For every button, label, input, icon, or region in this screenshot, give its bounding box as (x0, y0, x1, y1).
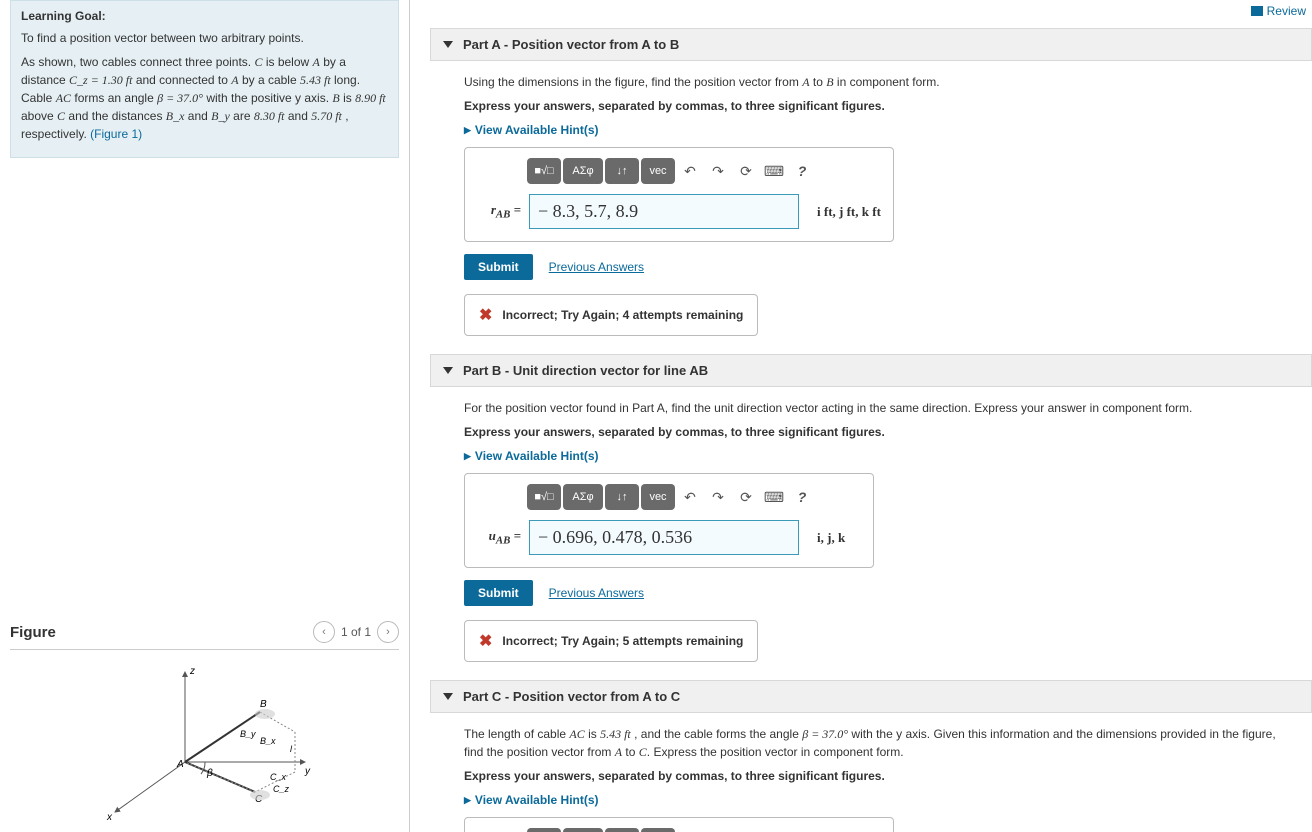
subscript-icon[interactable]: ↓↑ (605, 158, 639, 184)
template-icon[interactable]: ■√□ (527, 158, 561, 184)
svg-text:β: β (206, 768, 213, 779)
part-c-question: The length of cable AC is 5.43 ft , and … (464, 725, 1298, 761)
part-c-header[interactable]: Part C - Position vector from A to C (430, 680, 1312, 713)
figure-label: Figure (10, 624, 56, 641)
part-b-var-label: uAB = (477, 528, 521, 547)
caret-down-icon (443, 693, 453, 700)
svg-text:y: y (304, 766, 311, 777)
redo-icon[interactable]: ↷ (705, 484, 731, 510)
figure-diagram: z y x A B C B_y B_x l (10, 662, 399, 822)
keyboard-icon[interactable]: ⌨ (761, 828, 787, 832)
part-a-hints[interactable]: View Available Hint(s) (464, 123, 1298, 137)
redo-icon[interactable]: ↷ (705, 158, 731, 184)
part-b-header[interactable]: Part B - Unit direction vector for line … (430, 354, 1312, 387)
part-a-express: Express your answers, separated by comma… (464, 97, 1298, 115)
part-b-submit-button[interactable]: Submit (464, 580, 533, 606)
part-a-input[interactable]: − 8.3, 5.7, 8.9 (529, 194, 799, 229)
greek-icon[interactable]: ΑΣφ (563, 828, 603, 832)
keyboard-icon[interactable]: ⌨ (761, 484, 787, 510)
figure-link[interactable]: (Figure 1) (90, 127, 142, 141)
part-b-hints[interactable]: View Available Hint(s) (464, 449, 1298, 463)
part-b-units: i, j, k (817, 530, 845, 546)
figure-prev-button[interactable]: ‹ (313, 621, 335, 643)
keyboard-icon[interactable]: ⌨ (761, 158, 787, 184)
incorrect-icon: ✖ (479, 305, 492, 325)
part-a-var-label: rAB = (477, 202, 521, 221)
part-b-input[interactable]: − 0.696, 0.478, 0.536 (529, 520, 799, 555)
reset-icon[interactable]: ⟳ (733, 484, 759, 510)
svg-text:z: z (189, 666, 195, 677)
part-b-previous-link[interactable]: Previous Answers (549, 586, 644, 600)
part-a-header[interactable]: Part A - Position vector from A to B (430, 28, 1312, 61)
part-b: Part B - Unit direction vector for line … (430, 354, 1312, 680)
part-c: Part C - Position vector from A to C The… (430, 680, 1312, 832)
template-icon[interactable]: ■√□ (527, 484, 561, 510)
svg-text:A: A (176, 759, 184, 770)
incorrect-icon: ✖ (479, 631, 492, 651)
part-a-question: Using the dimensions in the figure, find… (464, 73, 1298, 91)
part-a-submit-button[interactable]: Submit (464, 254, 533, 280)
figure-counter: 1 of 1 (341, 625, 371, 639)
vector-icon[interactable]: vec (641, 158, 675, 184)
svg-text:C_z: C_z (273, 784, 290, 794)
subscript-icon[interactable]: ↓↑ (605, 484, 639, 510)
figure-section: Figure ‹ 1 of 1 › z y x A (0, 613, 409, 832)
caret-down-icon (443, 367, 453, 374)
part-c-express: Express your answers, separated by comma… (464, 767, 1298, 785)
part-b-question: For the position vector found in Part A,… (464, 399, 1298, 417)
reset-icon[interactable]: ⟳ (733, 158, 759, 184)
reset-icon[interactable]: ⟳ (733, 828, 759, 832)
redo-icon[interactable]: ↷ (705, 828, 731, 832)
review-link[interactable]: Review (1251, 4, 1306, 18)
part-a-previous-link[interactable]: Previous Answers (549, 260, 644, 274)
undo-icon[interactable]: ↶ (677, 484, 703, 510)
undo-icon[interactable]: ↶ (677, 158, 703, 184)
svg-text:B_y: B_y (240, 729, 256, 739)
part-b-express: Express your answers, separated by comma… (464, 423, 1298, 441)
caret-down-icon (443, 41, 453, 48)
greek-icon[interactable]: ΑΣφ (563, 484, 603, 510)
vector-icon[interactable]: vec (641, 484, 675, 510)
greek-icon[interactable]: ΑΣφ (563, 158, 603, 184)
learning-goal-title: Learning Goal: (21, 9, 388, 23)
part-c-hints[interactable]: View Available Hint(s) (464, 793, 1298, 807)
template-icon[interactable]: ■√□ (527, 828, 561, 832)
right-panel: Review Part A - Position vector from A t… (410, 0, 1312, 832)
help-icon[interactable]: ? (789, 828, 815, 832)
part-b-feedback: ✖ Incorrect; Try Again; 5 attempts remai… (464, 620, 758, 662)
part-c-answer-box: ■√□ ΑΣφ ↓↑ vec ↶ ↷ ⟳ ⌨ ? rAC = 3. (464, 817, 894, 832)
subscript-icon[interactable]: ↓↑ (605, 828, 639, 832)
figure-next-button[interactable]: › (377, 621, 399, 643)
svg-text:B: B (260, 699, 267, 710)
svg-text:C_x: C_x (270, 772, 287, 782)
help-icon[interactable]: ? (789, 484, 815, 510)
svg-text:B_x: B_x (260, 736, 276, 746)
part-a-feedback: ✖ Incorrect; Try Again; 4 attempts remai… (464, 294, 758, 336)
help-icon[interactable]: ? (789, 158, 815, 184)
vector-icon[interactable]: vec (641, 828, 675, 832)
part-b-answer-box: ■√□ ΑΣφ ↓↑ vec ↶ ↷ ⟳ ⌨ ? uAB = − (464, 473, 874, 568)
learning-goal-detail: As shown, two cables connect three point… (21, 53, 388, 143)
review-icon (1251, 6, 1263, 16)
svg-text:l: l (290, 744, 293, 754)
part-a: Part A - Position vector from A to B Usi… (430, 28, 1312, 354)
learning-goal-summary: To find a position vector between two ar… (21, 29, 388, 47)
learning-goal-box: Learning Goal: To find a position vector… (10, 0, 399, 158)
part-a-units: i ft, j ft, k ft (817, 204, 881, 220)
undo-icon[interactable]: ↶ (677, 828, 703, 832)
svg-text:x: x (106, 812, 113, 822)
left-panel: Learning Goal: To find a position vector… (0, 0, 410, 832)
part-a-answer-box: ■√□ ΑΣφ ↓↑ vec ↶ ↷ ⟳ ⌨ ? rAB = − (464, 147, 894, 242)
